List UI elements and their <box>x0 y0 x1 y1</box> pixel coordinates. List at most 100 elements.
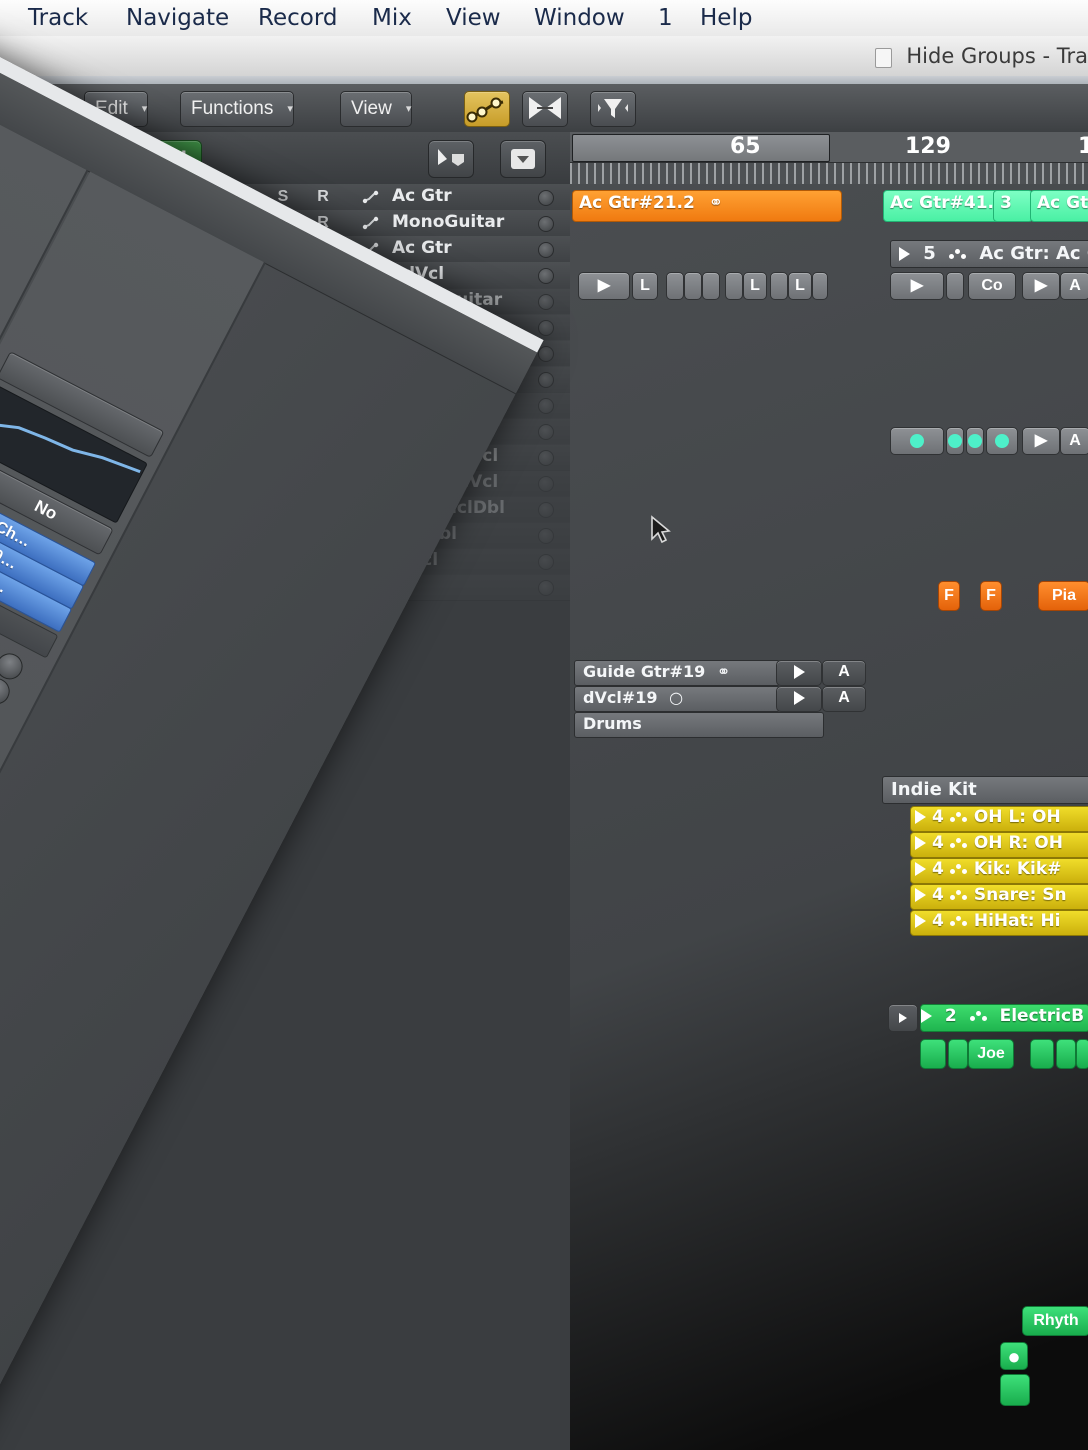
track-volume-knob[interactable] <box>538 242 554 258</box>
arrange-chip-1[interactable]: L <box>632 272 658 300</box>
arrange-chip-4[interactable] <box>702 272 720 300</box>
track-volume-knob[interactable] <box>538 190 554 206</box>
region-ac-gtr-21-2[interactable]: Ac Gtr#21.2 ⚭ <box>572 190 842 222</box>
track-volume-knob[interactable] <box>538 528 554 544</box>
menu-item-window[interactable]: Window <box>534 3 625 33</box>
cyan-region-chip-3[interactable] <box>986 427 1018 455</box>
track-volume-knob[interactable] <box>538 580 554 596</box>
joe-chip-2[interactable]: Joe <box>968 1039 1014 1069</box>
flex-icon[interactable] <box>522 91 568 127</box>
track-volume-knob[interactable] <box>538 502 554 518</box>
folder-subchip-1[interactable] <box>946 272 964 300</box>
guide-row-1[interactable]: dVcl#19 ○ <box>574 686 780 712</box>
track-volume-knob[interactable] <box>538 268 554 284</box>
arrange-chip-3[interactable] <box>684 272 702 300</box>
track-volume-knob[interactable] <box>538 320 554 336</box>
track-volume-knob[interactable] <box>538 346 554 362</box>
automation-curve-icon[interactable] <box>362 216 380 230</box>
play-triangle-icon <box>915 862 926 876</box>
menu-item-1[interactable]: 1 <box>658 3 673 33</box>
menu-item-mix[interactable]: Mix <box>372 3 412 33</box>
cyan-region-chip-5[interactable]: A <box>1060 427 1088 455</box>
track-name[interactable]: Ac Gtr <box>392 184 452 209</box>
joe-chip-5[interactable] <box>1076 1039 1088 1069</box>
disclosure-icon[interactable] <box>500 140 546 178</box>
region-ac-gtr-41-1[interactable]: Ac Gtr#41.1 <box>883 190 999 222</box>
region-rhythm[interactable]: Rhyth <box>1022 1306 1088 1336</box>
indie-kit-row-3[interactable]: 4 Snare: Sn <box>910 884 1088 910</box>
track-volume-knob[interactable] <box>538 554 554 570</box>
folder-subchip-2[interactable]: Co <box>968 272 1016 300</box>
orange-region-chip-0[interactable]: F <box>938 581 960 611</box>
arrange-chip-9[interactable] <box>812 272 828 300</box>
arrange-chip-5[interactable] <box>725 272 743 300</box>
timeline-ruler[interactable]: 65 129 1 <box>570 132 1088 184</box>
guide-row-0[interactable]: Guide Gtr#19 ⚭ <box>574 660 780 686</box>
menu-item-help[interactable]: Help <box>700 3 752 33</box>
cyan-region-chip-4[interactable]: ▶ <box>1022 427 1060 455</box>
menu-item-track[interactable]: Track <box>28 3 88 33</box>
track-volume-knob[interactable] <box>538 476 554 492</box>
arrange-chip-7[interactable] <box>770 272 788 300</box>
region-3[interactable]: 3 <box>993 190 1033 222</box>
indie-kit-row-0[interactable]: 4 OH L: OH <box>910 806 1088 832</box>
track-volume-knob[interactable] <box>538 294 554 310</box>
indie-kit-row-2[interactable]: 4 Kik: Kik# <box>910 858 1088 884</box>
menu-item-record[interactable]: Record <box>258 3 337 33</box>
automation-curve-icon[interactable] <box>362 190 380 204</box>
joe-chip-4[interactable] <box>1056 1039 1076 1069</box>
region-ac-gt[interactable]: Ac Gt <box>1030 190 1088 222</box>
track-volume-knob[interactable] <box>538 216 554 232</box>
indie-label: OH L: OH <box>973 807 1061 827</box>
folder-subchip-3[interactable]: ▶ <box>1022 272 1060 300</box>
guide-play-0[interactable] <box>776 660 822 686</box>
track-name[interactable]: MonoGuitar <box>392 210 504 235</box>
joe-chip-0[interactable] <box>920 1039 946 1069</box>
orange-region-chip-1[interactable]: F <box>980 581 1002 611</box>
cyan-region-chip-0[interactable] <box>890 427 944 455</box>
track-r-button[interactable]: R <box>308 184 339 209</box>
electric-collapse-chip[interactable] <box>888 1004 918 1032</box>
arrange-area[interactable]: Ac Gtr#21.2 ⚭ Ac Gtr#41.1 3 Ac Gt ▶ L L L 5… <box>570 184 1088 1450</box>
snap-icon[interactable] <box>590 91 636 127</box>
guide-play-1[interactable] <box>776 686 822 712</box>
functions-menu-button[interactable]: Functions ▾ <box>180 91 294 127</box>
track-volume-knob[interactable] <box>538 398 554 414</box>
arrange-chip-8[interactable]: L <box>788 272 812 300</box>
guide-row-2[interactable]: Drums <box>574 712 824 738</box>
region-electric-bass[interactable]: 2 ElectricB <box>920 1004 1088 1032</box>
rhythm-small-chip[interactable] <box>1000 1374 1030 1406</box>
guide-label: dVcl#19 <box>583 688 658 707</box>
joe-chip-1[interactable] <box>948 1039 968 1069</box>
guide-auto-0[interactable]: A <box>822 660 866 686</box>
guide-auto-1[interactable]: A <box>822 686 866 712</box>
arrange-chip-2[interactable] <box>666 272 684 300</box>
menu-item-navigate[interactable]: Navigate <box>126 3 229 33</box>
menu-item-view[interactable]: View <box>446 3 501 33</box>
arrange-chip-0[interactable]: ▶ <box>578 272 630 300</box>
ruler-bar-row: 65 129 1 <box>570 132 1088 163</box>
arrange-chip-6[interactable]: L <box>743 272 767 300</box>
indie-kit-header[interactable]: Indie Kit <box>882 776 1088 804</box>
joe-chip-3[interactable] <box>1030 1039 1054 1069</box>
track-volume-knob[interactable] <box>538 372 554 388</box>
region-dots-icon <box>949 915 968 927</box>
folder-subchip-4[interactable]: A <box>1060 272 1088 300</box>
view-menu-button[interactable]: View ▾ <box>340 91 413 127</box>
folder-track-ac-gtr[interactable]: 5 Ac Gtr: Ac G <box>890 240 1088 268</box>
folder-subchip-0[interactable]: ▶ <box>890 272 944 300</box>
indie-kit-row-4[interactable]: 4 HiHat: Hi <box>910 910 1088 936</box>
automation-curve-icon[interactable] <box>464 91 510 127</box>
orange-region-chip-2[interactable]: Pia <box>1038 581 1088 611</box>
cycle-range[interactable] <box>572 134 830 162</box>
indie-count: 4 <box>932 911 944 931</box>
cyan-region-chip-2[interactable] <box>966 427 984 455</box>
cyan-region-chip-1[interactable] <box>946 427 964 455</box>
indie-count: 4 <box>932 833 944 853</box>
pointer-tool-icon[interactable] <box>428 140 474 178</box>
track-volume-knob[interactable] <box>538 450 554 466</box>
track-volume-knob[interactable] <box>538 424 554 440</box>
rhythm-dot-chip[interactable]: ● <box>1000 1342 1028 1370</box>
track-name[interactable]: Ac Gtr <box>392 236 452 261</box>
indie-kit-row-1[interactable]: 4 OH R: OH <box>910 832 1088 858</box>
